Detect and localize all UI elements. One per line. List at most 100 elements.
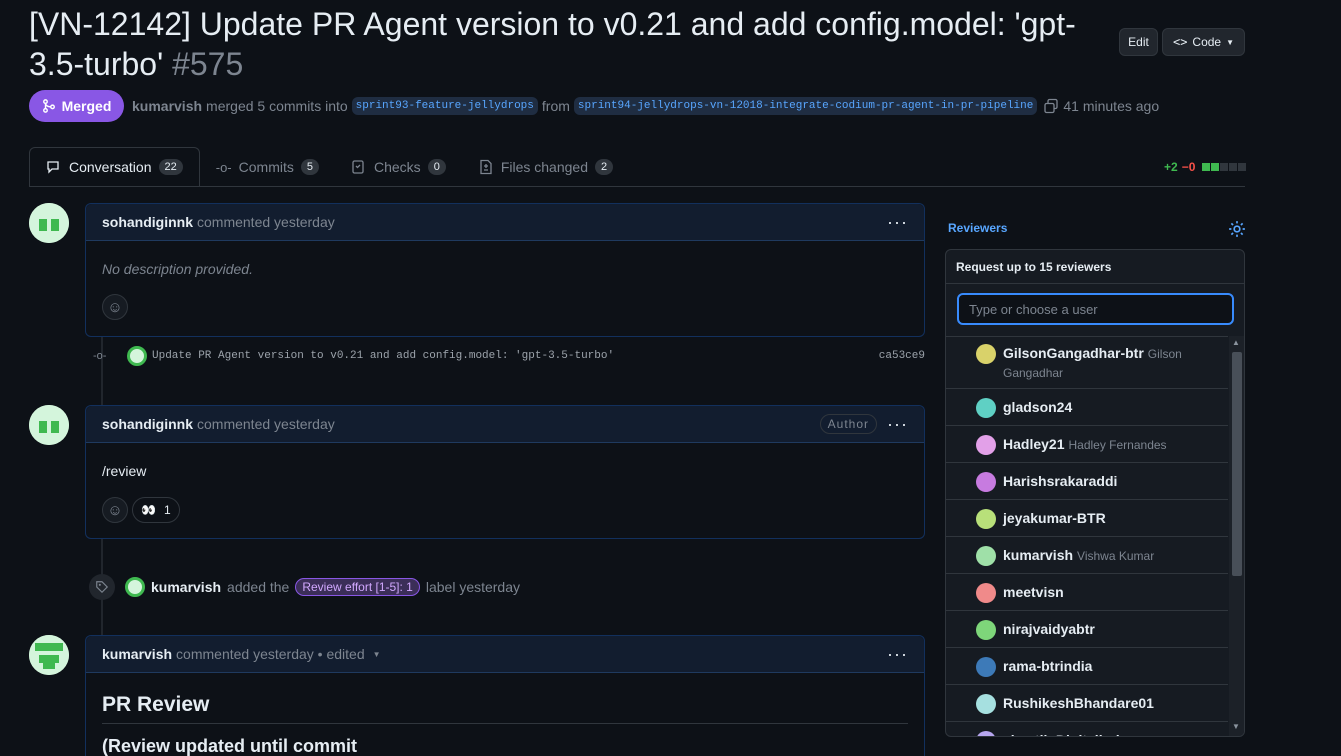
reviewer-login: shastik-Digitalind <box>1003 732 1120 736</box>
author-badge: Author <box>819 414 878 434</box>
avatar[interactable] <box>29 635 69 675</box>
reviewer-login: Hadley21 <box>1003 436 1065 452</box>
popup-title: Request up to 15 reviewers <box>946 250 1244 284</box>
reviewer-login: rama-btrindia <box>1003 658 1093 674</box>
gear-icon[interactable] <box>1228 220 1246 238</box>
add-reaction-button[interactable]: ☺ <box>102 294 128 320</box>
reaction-count: 1 <box>163 503 171 517</box>
avatar <box>976 509 996 529</box>
event-text: added the <box>227 579 290 595</box>
reviewer-login: nirajvaidyabtr <box>1003 621 1095 637</box>
label-event: kumarvish added the Review effort [1-5]:… <box>89 574 520 600</box>
merge-time: 41 minutes ago <box>1063 98 1160 114</box>
avatar[interactable] <box>29 203 69 243</box>
comment-author[interactable]: sohandiginnk <box>102 416 193 432</box>
base-branch[interactable]: sprint93-feature-jellydrops <box>351 97 538 115</box>
comment-author[interactable]: sohandiginnk <box>102 214 193 230</box>
comment-subheading: (Review updated until commit <box>102 736 358 756</box>
add-reaction-button[interactable]: ☺ <box>102 497 128 523</box>
reviewer-login: GilsonGangadhar-btr <box>1003 345 1144 361</box>
reviewers-label[interactable]: Reviewers <box>948 221 1007 235</box>
commit-row: -o- Update PR Agent version to v0.21 and… <box>93 345 925 367</box>
reviewer-full-name: Hadley Fernandes <box>1068 438 1167 452</box>
comment-body: No description provided. <box>102 261 253 277</box>
reviewer-option[interactable]: Hadley21 Hadley Fernandes <box>946 426 1228 463</box>
reviewer-option[interactable]: gladson24 <box>946 389 1228 426</box>
comment-icon <box>47 161 59 174</box>
avatar <box>976 657 996 677</box>
edit-label: Edit <box>1128 35 1149 49</box>
reviewers-popup: Request up to 15 reviewers GilsonGangadh… <box>945 249 1245 737</box>
pr-number: #575 <box>172 46 244 82</box>
checklist-icon <box>352 160 364 174</box>
merge-author[interactable]: kumarvish <box>132 98 202 114</box>
reviewer-option[interactable]: jeyakumar-BTR <box>946 500 1228 537</box>
avatar <box>976 694 996 714</box>
reviewer-option[interactable]: GilsonGangadhar-btr Gilson Gangadhar <box>946 337 1228 389</box>
chevron-down-icon[interactable]: ▼ <box>373 650 381 659</box>
tab-label: Checks <box>374 159 421 175</box>
reviewer-option[interactable]: nirajvaidyabtr <box>946 611 1228 648</box>
avatar[interactable] <box>127 346 147 366</box>
comment-body: /review <box>102 463 147 479</box>
avatar <box>976 344 996 364</box>
reviewer-login: meetvisn <box>1003 584 1064 600</box>
tab-label: Commits <box>238 159 294 175</box>
edit-button[interactable]: Edit <box>1119 28 1158 56</box>
diffstat: +2 −0 <box>1164 160 1247 174</box>
tab-counter: 22 <box>158 159 183 175</box>
reviewer-login: kumarvish <box>1003 547 1074 563</box>
merge-icon <box>42 99 55 113</box>
kebab-menu-icon[interactable]: ··· <box>887 212 908 233</box>
avatar <box>976 472 996 492</box>
reviewer-option[interactable]: Harishsrakaraddi <box>946 463 1228 500</box>
comment: sohandiginnk commented yesterday ··· No … <box>85 203 925 337</box>
copy-icon[interactable] <box>1043 98 1059 114</box>
kebab-menu-icon[interactable]: ··· <box>887 644 908 665</box>
code-label: Code <box>1192 35 1222 49</box>
code-icon: <> <box>1172 35 1188 49</box>
tab-commits[interactable]: -o- Commits 5 <box>200 147 335 187</box>
eyes-icon: 👀 <box>141 503 156 517</box>
event-actor[interactable]: kumarvish <box>151 579 221 595</box>
tab-files-changed[interactable]: Files changed 2 <box>462 147 629 187</box>
reviewer-option[interactable]: rama-btrindia <box>946 648 1228 685</box>
tab-counter: 5 <box>300 159 319 175</box>
reviewer-search-input[interactable] <box>957 293 1234 325</box>
avatar <box>976 583 996 603</box>
comment-meta[interactable]: commented yesterday • edited <box>176 646 365 662</box>
comment: kumarvish commented yesterday • edited ▼… <box>85 635 925 756</box>
reviewer-option[interactable]: kumarvish Vishwa Kumar <box>946 537 1228 574</box>
scroll-up-icon[interactable]: ▲ <box>1232 338 1240 347</box>
avatar[interactable] <box>29 405 69 445</box>
avatar <box>976 546 996 566</box>
comment-header: sohandiginnk commented yesterday Author ·… <box>86 406 924 443</box>
reviewer-full-name: Vishwa Kumar <box>1077 549 1155 563</box>
reviewer-option[interactable]: RushikeshBhandare01 <box>946 685 1228 722</box>
pr-tabs: Conversation 22 -o- Commits 5 Checks 0 F… <box>29 147 629 187</box>
comment-author[interactable]: kumarvish <box>102 646 172 662</box>
comment-meta[interactable]: commented yesterday <box>197 416 335 432</box>
comment-meta[interactable]: commented yesterday <box>197 214 335 230</box>
merge-summary: kumarvish merged 5 commits into sprint93… <box>132 96 1159 116</box>
head-branch[interactable]: sprint94-jellydrops-vn-12018-integrate-c… <box>573 97 1038 115</box>
scroll-down-icon[interactable]: ▼ <box>1232 722 1240 731</box>
reviewer-list: GilsonGangadhar-btr Gilson Gangadhar glads… <box>946 336 1228 736</box>
pr-title: [VN-12142] Update PR Agent version to v0… <box>29 4 1099 84</box>
chevron-down-icon: ▼ <box>1226 37 1235 47</box>
diffstat-bar <box>1201 163 1247 171</box>
kebab-menu-icon[interactable]: Author ··· <box>819 414 908 435</box>
scrollbar-thumb[interactable] <box>1232 352 1242 576</box>
commit-message[interactable]: Update PR Agent version to v0.21 and add… <box>152 350 614 362</box>
review-effort-label[interactable]: Review effort [1-5]: 1 <box>295 578 420 596</box>
reviewer-login: RushikeshBhandare01 <box>1003 695 1154 711</box>
reviewer-option[interactable]: shastik-Digitalind <box>946 722 1228 736</box>
code-button[interactable]: <> Code ▼ <box>1162 28 1245 56</box>
avatar[interactable] <box>125 577 145 597</box>
reviewer-option[interactable]: meetvisn <box>946 574 1228 611</box>
tab-checks[interactable]: Checks 0 <box>335 147 462 187</box>
commit-sha[interactable]: ca53ce9 <box>879 350 925 362</box>
avatar <box>976 398 996 418</box>
tab-conversation[interactable]: Conversation 22 <box>29 147 200 187</box>
eyes-reaction[interactable]: 👀 1 <box>132 497 180 523</box>
